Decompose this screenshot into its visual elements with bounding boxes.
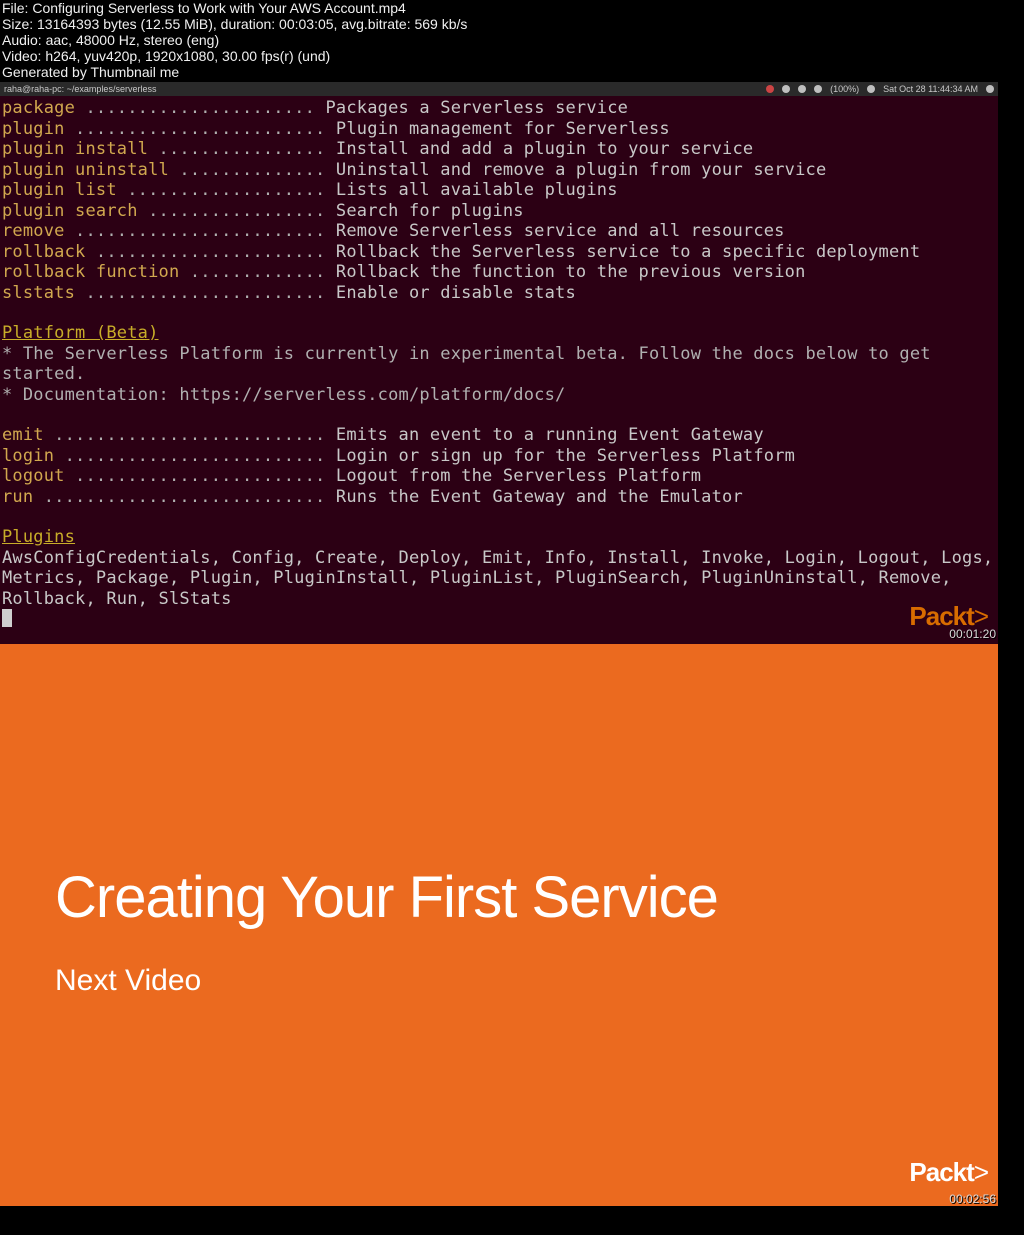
cli-command-row: run ........................... Runs the… (2, 487, 996, 508)
cli-command-dots: ......................... (54, 446, 325, 466)
cli-command-desc: Plugin management for Serverless (325, 119, 669, 139)
cli-command-name: remove (2, 221, 65, 241)
file-video-line: Video: h264, yuv420p, 1920x1080, 30.00 f… (2, 48, 996, 64)
cli-command-dots: ........................ (65, 221, 326, 241)
cli-command-dots: ........................ (65, 466, 326, 486)
cli-command-row: rollback function ............. Rollback… (2, 262, 996, 283)
cli-command-name: package (2, 98, 75, 118)
tray-icon (814, 85, 822, 93)
file-size-line: Size: 13164393 bytes (12.55 MiB), durati… (2, 16, 996, 32)
cli-command-name: emit (2, 425, 44, 445)
slide-title: Creating Your First Service (55, 864, 718, 931)
cli-command-dots: ................... (117, 180, 326, 200)
cli-command-desc: Install and add a plugin to your service (326, 139, 754, 159)
cli-command-row: login ......................... Login or… (2, 446, 996, 467)
volume-icon (867, 85, 875, 93)
clock-label: Sat Oct 28 11:44:34 AM (883, 82, 978, 96)
cli-command-row: plugin list ................... Lists al… (2, 180, 996, 201)
cli-command-name: rollback function (2, 262, 179, 282)
cli-command-dots: ............. (179, 262, 325, 282)
generated-by-line: Generated by Thumbnail me (2, 64, 996, 80)
cli-command-desc: Enable or disable stats (325, 283, 575, 303)
cli-command-row: plugin install ................ Install … (2, 139, 996, 160)
cli-command-dots: .......................... (44, 425, 326, 445)
cli-command-desc: Runs the Event Gateway and the Emulator (326, 487, 743, 507)
battery-label: (100%) (830, 82, 859, 96)
cli-command-name: login (2, 446, 54, 466)
cli-command-row: emit .......................... Emits an… (2, 425, 996, 446)
section-plugins: Plugins (2, 527, 996, 548)
cli-command-name: slstats (2, 283, 75, 303)
platform-note-2: * Documentation: https://serverless.com/… (2, 385, 996, 406)
cli-command-row: logout ........................ Logout f… (2, 466, 996, 487)
cli-command-name: run (2, 487, 33, 507)
cli-command-dots: ................. (138, 201, 326, 221)
frame-timestamp: 00:01:20 (949, 624, 996, 645)
slide-subtitle: Next Video (55, 964, 201, 998)
tray-icon (782, 85, 790, 93)
cli-command-name: plugin install (2, 139, 148, 159)
cli-command-row: slstats ....................... Enable o… (2, 283, 996, 304)
cli-command-row: package ...................... Packages … (2, 98, 996, 119)
file-name-line: File: Configuring Serverless to Work wit… (2, 0, 996, 16)
cli-command-desc: Rollback the Serverless service to a spe… (326, 242, 921, 262)
cli-command-row: plugin ........................ Plugin m… (2, 119, 996, 140)
cli-command-name: plugin (2, 119, 65, 139)
frame-timestamp: 00:02:56 (949, 1192, 996, 1206)
cli-command-row: plugin uninstall .............. Uninstal… (2, 160, 996, 181)
cli-command-name: plugin list (2, 180, 117, 200)
cli-command-name: plugin search (2, 201, 138, 221)
terminal-title: raha@raha-pc: ~/examples/serverless (4, 82, 156, 96)
cli-command-desc: Packages a Serverless service (315, 98, 628, 118)
cli-command-desc: Login or sign up for the Serverless Plat… (326, 446, 796, 466)
cli-command-desc: Emits an event to a running Event Gatewa… (326, 425, 764, 445)
platform-note-1: * The Serverless Platform is currently i… (2, 344, 996, 385)
cli-command-dots: ...................... (85, 242, 325, 262)
thumbnail-frame-2: Creating Your First Service Next Video P… (0, 644, 998, 1206)
thumbnail-sheet: File: Configuring Serverless to Work wit… (0, 0, 998, 1206)
file-info: File: Configuring Serverless to Work wit… (0, 0, 998, 82)
packt-logo: Packt> (909, 1157, 988, 1188)
cli-command-name: plugin uninstall (2, 160, 169, 180)
cli-command-desc: Remove Serverless service and all resour… (325, 221, 784, 241)
cli-command-dots: .............. (169, 160, 326, 180)
power-icon (986, 85, 994, 93)
section-platform: Platform (Beta) (2, 323, 996, 344)
file-audio-line: Audio: aac, 48000 Hz, stereo (eng) (2, 32, 996, 48)
cli-command-desc: Rollback the function to the previous ve… (326, 262, 806, 282)
thumbnail-frame-1: raha@raha-pc: ~/examples/serverless (100… (0, 82, 998, 644)
terminal-cursor (2, 609, 12, 627)
cli-command-desc: Lists all available plugins (326, 180, 618, 200)
record-icon (766, 85, 774, 93)
cli-command-row: remove ........................ Remove S… (2, 221, 996, 242)
plugins-list: AwsConfigCredentials, Config, Create, De… (2, 548, 996, 610)
cli-command-dots: ........................... (33, 487, 325, 507)
desktop-menubar: raha@raha-pc: ~/examples/serverless (100… (0, 82, 998, 96)
cli-command-row: rollback ...................... Rollback… (2, 242, 996, 263)
cli-command-row: plugin search ................. Search f… (2, 201, 996, 222)
cli-command-name: rollback (2, 242, 85, 262)
tray-icon (798, 85, 806, 93)
cli-command-dots: ................ (148, 139, 325, 159)
cli-command-name: logout (2, 466, 65, 486)
cli-command-desc: Search for plugins (325, 201, 523, 221)
cli-command-dots: ........................ (65, 119, 326, 139)
cli-command-desc: Logout from the Serverless Platform (325, 466, 701, 486)
cli-command-desc: Uninstall and remove a plugin from your … (326, 160, 827, 180)
cli-command-dots: ...................... (75, 98, 315, 118)
cli-command-dots: ....................... (75, 283, 325, 303)
terminal-output: package ...................... Packages … (0, 96, 998, 635)
